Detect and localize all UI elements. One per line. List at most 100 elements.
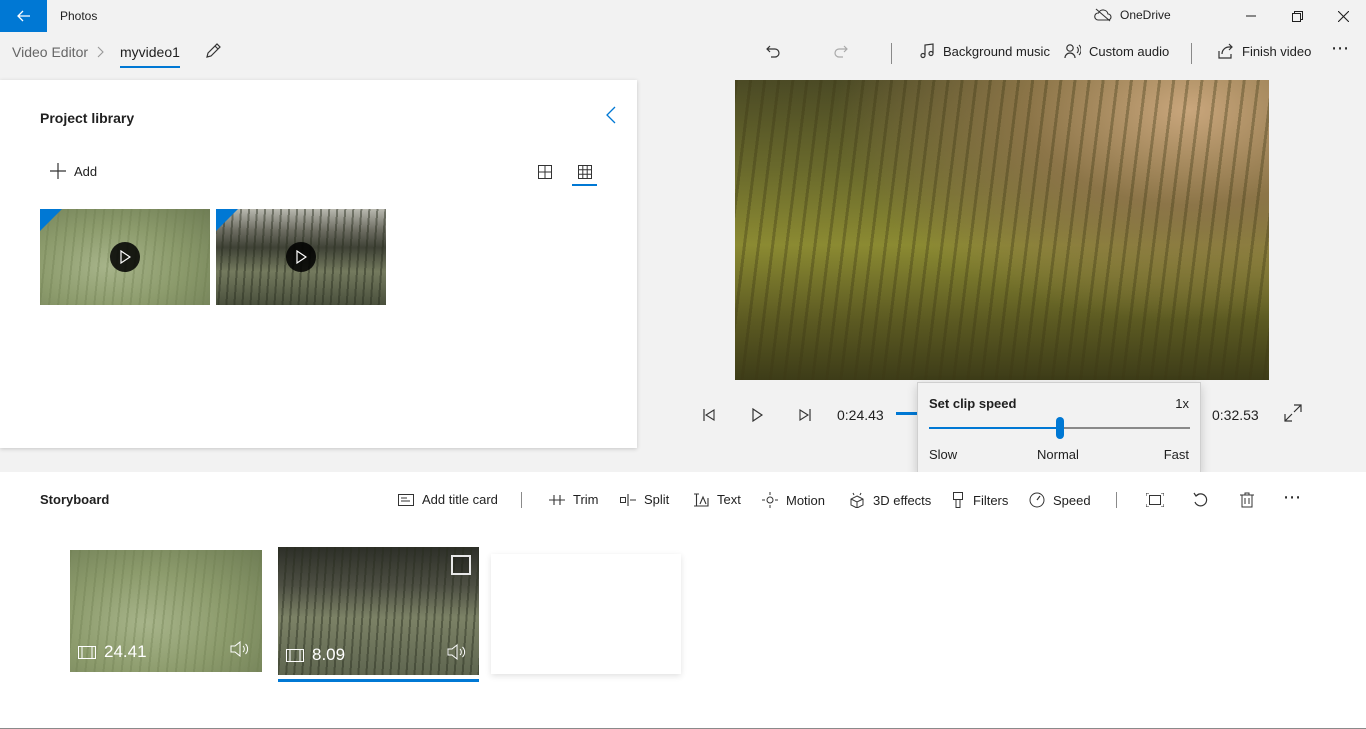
add-label: Add bbox=[74, 163, 98, 179]
divider bbox=[521, 492, 522, 508]
view-selected-indicator bbox=[572, 184, 597, 186]
step-back-icon bbox=[703, 409, 715, 421]
grid-small-icon bbox=[578, 165, 592, 179]
clip-volume-button[interactable] bbox=[447, 643, 467, 663]
clip-volume-button[interactable] bbox=[230, 640, 250, 660]
onedrive-status[interactable]: OneDrive bbox=[1094, 8, 1171, 22]
speed-label: Speed bbox=[1053, 492, 1091, 508]
resize-icon bbox=[1146, 493, 1164, 507]
library-title: Project library bbox=[40, 110, 135, 126]
undo-button[interactable] bbox=[759, 40, 787, 64]
command-bar: Video Editor myvideo1 Background music C… bbox=[0, 32, 1366, 72]
text-button[interactable]: Text bbox=[693, 492, 741, 507]
next-frame-button[interactable] bbox=[794, 404, 816, 426]
library-video-thumbnail[interactable] bbox=[216, 209, 386, 305]
library-video-thumbnail[interactable] bbox=[40, 209, 210, 305]
back-button[interactable] bbox=[0, 0, 47, 32]
minimize-button[interactable] bbox=[1228, 0, 1274, 32]
music-note-icon bbox=[920, 43, 934, 59]
plus-icon bbox=[50, 163, 66, 179]
split-label: Split bbox=[644, 492, 670, 507]
chevron-left-icon bbox=[606, 106, 616, 124]
person-audio-icon bbox=[1064, 44, 1081, 59]
add-title-card-label: Add title card bbox=[422, 492, 498, 507]
play-preview-button[interactable] bbox=[110, 242, 140, 272]
restore-icon bbox=[1291, 10, 1303, 22]
redo-button[interactable] bbox=[827, 40, 855, 64]
slow-label: Slow bbox=[929, 447, 958, 462]
split-button[interactable]: Split bbox=[620, 492, 669, 507]
collapse-library-button[interactable] bbox=[606, 106, 616, 127]
play-icon bbox=[752, 408, 763, 422]
grid-large-icon bbox=[538, 165, 552, 179]
onedrive-label: OneDrive bbox=[1120, 8, 1171, 22]
speed-button[interactable]: Speed bbox=[1029, 492, 1091, 508]
expand-icon bbox=[1284, 404, 1302, 422]
pencil-icon bbox=[206, 43, 221, 58]
large-grid-view-button[interactable] bbox=[535, 162, 555, 182]
trim-button[interactable]: Trim bbox=[549, 492, 599, 507]
divider bbox=[891, 43, 892, 64]
speed-slider-fill bbox=[929, 427, 1060, 429]
split-icon bbox=[620, 493, 636, 506]
breadcrumb-current[interactable]: myvideo1 bbox=[120, 44, 180, 60]
share-export-icon bbox=[1218, 43, 1233, 59]
title-bar: Photos OneDrive bbox=[0, 0, 1366, 32]
text-label: Text bbox=[717, 492, 741, 507]
clip-duration: 24.41 bbox=[78, 642, 147, 662]
speed-slider-thumb[interactable] bbox=[1055, 417, 1064, 439]
video-preview bbox=[735, 80, 1269, 380]
small-grid-view-button[interactable] bbox=[575, 162, 595, 182]
cloud-off-icon bbox=[1094, 8, 1112, 22]
background-music-label: Background music bbox=[943, 43, 1050, 59]
background-music-button[interactable]: Background music bbox=[919, 43, 1050, 59]
project-library-panel: Project library Add bbox=[0, 80, 637, 448]
close-icon bbox=[1337, 10, 1349, 22]
storyboard-clip-selected[interactable]: 8.09 bbox=[278, 547, 479, 675]
previous-frame-button[interactable] bbox=[698, 404, 720, 426]
add-media-button[interactable]: Add bbox=[50, 163, 97, 179]
empty-storyboard-slot[interactable] bbox=[491, 554, 681, 674]
finish-video-button[interactable]: Finish video bbox=[1218, 43, 1311, 59]
divider bbox=[1191, 43, 1192, 64]
play-button[interactable] bbox=[746, 404, 768, 426]
play-preview-button[interactable] bbox=[286, 242, 316, 272]
3d-cube-icon bbox=[850, 492, 864, 508]
3d-effects-button[interactable]: 3D effects bbox=[849, 492, 931, 508]
filters-label: Filters bbox=[973, 492, 1009, 508]
filters-button[interactable]: Filters bbox=[951, 492, 1008, 508]
custom-audio-button[interactable]: Custom audio bbox=[1064, 43, 1169, 59]
motion-label: Motion bbox=[786, 492, 826, 508]
clip-select-checkbox[interactable] bbox=[451, 555, 471, 575]
restore-button[interactable] bbox=[1274, 0, 1320, 32]
in-use-corner-marker bbox=[216, 209, 238, 231]
in-use-corner-marker bbox=[40, 209, 62, 231]
delete-button[interactable] bbox=[1237, 490, 1257, 510]
speaker-icon bbox=[447, 643, 466, 661]
more-options-button[interactable]: ⋯ bbox=[1331, 38, 1350, 59]
add-title-card-button[interactable]: Add title card bbox=[398, 492, 498, 507]
total-time: 0:32.53 bbox=[1212, 407, 1259, 423]
divider bbox=[1116, 492, 1117, 508]
storyboard-more-button[interactable]: ⋯ bbox=[1283, 487, 1302, 508]
speaker-icon bbox=[230, 640, 249, 658]
finish-video-label: Finish video bbox=[1242, 43, 1312, 59]
filters-brush-icon bbox=[953, 492, 963, 508]
fullscreen-button[interactable] bbox=[1284, 404, 1302, 425]
film-icon bbox=[286, 648, 304, 662]
close-button[interactable] bbox=[1320, 0, 1366, 32]
fast-label: Fast bbox=[1163, 447, 1189, 462]
resize-clip-button[interactable] bbox=[1145, 490, 1165, 510]
normal-label: Normal bbox=[1037, 447, 1079, 462]
clip-duration-text: 24.41 bbox=[104, 642, 147, 661]
back-arrow-icon bbox=[16, 10, 30, 22]
rename-button[interactable] bbox=[204, 42, 222, 63]
speed-value: 1x bbox=[1175, 396, 1189, 411]
storyboard-clip[interactable]: 24.41 bbox=[70, 550, 262, 672]
more-dots-icon: ⋯ bbox=[1283, 487, 1302, 507]
motion-button[interactable]: Motion bbox=[762, 492, 825, 508]
playback-progress-bar[interactable] bbox=[896, 412, 918, 415]
rotate-button[interactable] bbox=[1191, 490, 1211, 510]
film-icon bbox=[78, 645, 96, 659]
breadcrumb-root[interactable]: Video Editor bbox=[12, 44, 88, 60]
